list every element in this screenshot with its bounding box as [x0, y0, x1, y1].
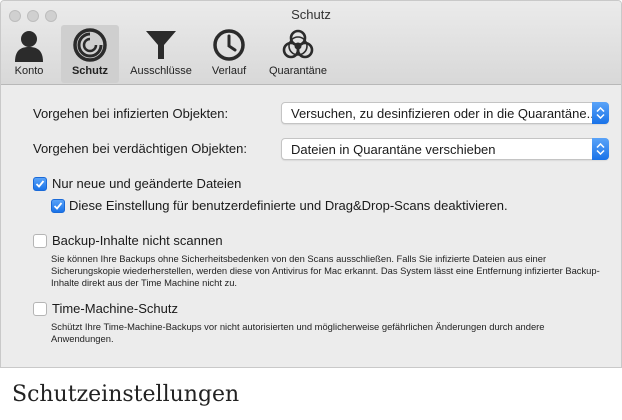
checkmark-icon	[35, 180, 45, 188]
checkmark-icon	[53, 202, 63, 210]
biohazard-icon	[282, 29, 314, 59]
funnel-icon	[146, 31, 176, 59]
tab-label: Konto	[14, 65, 44, 77]
backup-exclude-label: Backup-Inhalte nicht scannen	[52, 233, 223, 248]
tab-label: Schutz	[71, 65, 109, 77]
tab-verlauf[interactable]: Verlauf	[203, 25, 255, 83]
tab-schutz[interactable]: Schutz	[61, 25, 119, 83]
suspicious-objects-select[interactable]: Dateien in Quarantäne verschieben	[281, 138, 609, 160]
window-title: Schutz	[291, 7, 331, 22]
infected-objects-select[interactable]: Versuchen, zu desinfizieren oder in die …	[281, 102, 609, 124]
clock-icon	[213, 29, 245, 61]
preferences-window: Schutz Konto Schutz Ausschlüsse Verlauf …	[0, 0, 622, 368]
figure-caption: Schutzeinstellungen	[12, 382, 240, 407]
suspicious-objects-value: Dateien in Quarantäne verschieben	[291, 142, 496, 157]
infected-objects-label: Vorgehen bei infizierten Objekten:	[33, 106, 229, 121]
suspicious-objects-label: Vorgehen bei verdächtigen Objekten:	[33, 141, 247, 156]
time-machine-description: Schützt Ihre Time-Machine-Backups vor ni…	[51, 321, 545, 344]
new-changed-files-checkbox[interactable]	[33, 177, 47, 191]
disable-custom-scans-checkbox[interactable]	[51, 199, 65, 213]
disable-custom-scans-label: Diese Einstellung für benutzerdefinierte…	[69, 198, 508, 213]
backup-exclude-checkbox[interactable]	[33, 234, 47, 248]
tab-label: Ausschlüsse	[130, 65, 192, 77]
toolbar: Schutz Konto Schutz Ausschlüsse Verlauf …	[1, 1, 621, 85]
select-arrows-icon	[592, 102, 609, 124]
tab-quarantaene[interactable]: Quarantäne	[263, 25, 333, 83]
person-icon	[15, 31, 43, 62]
time-machine-checkbox[interactable]	[33, 302, 47, 316]
tab-ausschluesse[interactable]: Ausschlüsse	[125, 25, 197, 83]
select-arrows-icon	[592, 138, 609, 160]
time-machine-label: Time-Machine-Schutz	[52, 301, 178, 316]
infected-objects-value: Versuchen, zu desinfizieren oder in die …	[291, 106, 598, 121]
backup-exclude-description: Sie können Ihre Backups ohne Sicherheits…	[51, 253, 600, 288]
tab-label: Verlauf	[211, 65, 247, 77]
new-changed-files-label: Nur neue und geänderte Dateien	[52, 176, 242, 191]
tab-konto[interactable]: Konto	[5, 25, 53, 83]
shield-icon	[73, 28, 107, 62]
tab-label: Quarantäne	[268, 65, 328, 77]
